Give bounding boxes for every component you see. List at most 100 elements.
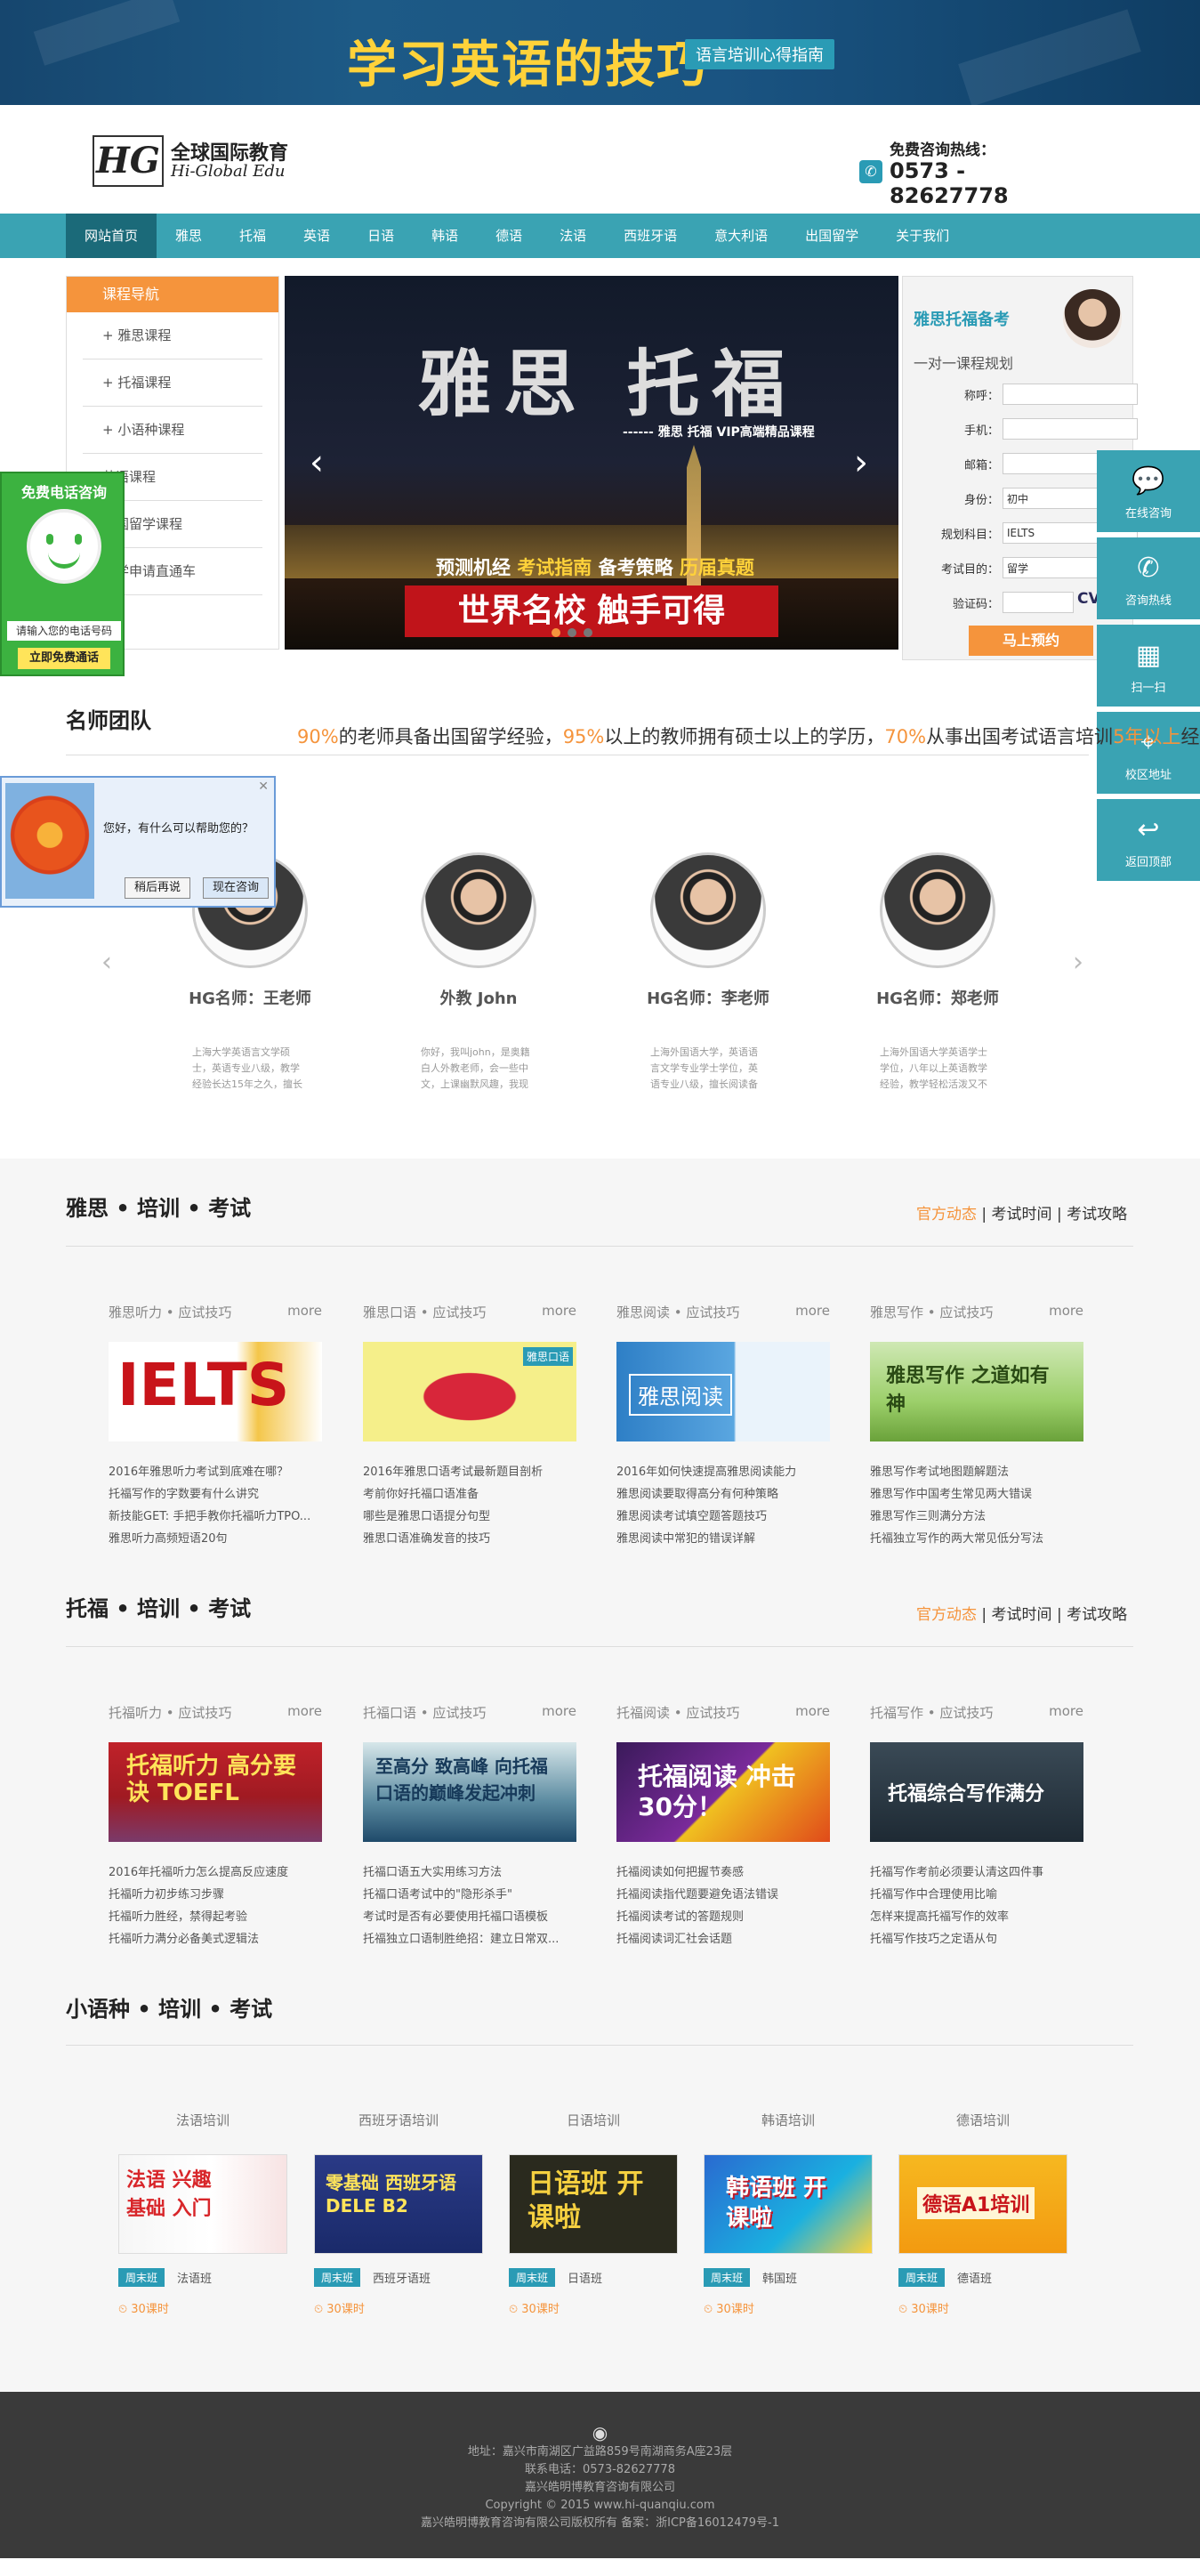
- article-link[interactable]: 雅思阅读考试填空题答题技巧: [616, 1506, 830, 1528]
- nav-item-japanese[interactable]: 日语: [349, 214, 413, 258]
- float-back-top[interactable]: ↩ 返回顶部: [1097, 799, 1200, 881]
- article-link[interactable]: 托福写作考前必须要认清这四件事: [870, 1861, 1083, 1884]
- more-link[interactable]: more: [795, 1703, 830, 1719]
- course-card[interactable]: 西班牙语培训 零基础 西班牙语 DELE B2 周末班 西班牙语班 ⏲ 30课时: [314, 2111, 483, 2316]
- article-link[interactable]: 托福独立口语制胜绝招：建立日常双...: [363, 1928, 576, 1950]
- course-title[interactable]: 日语培训: [509, 2111, 678, 2129]
- article-link[interactable]: 托福阅读考试的答题规则: [616, 1906, 830, 1928]
- more-link[interactable]: more: [542, 1303, 576, 1319]
- column-title[interactable]: 托福口语 • 应试技巧: [363, 1705, 486, 1721]
- more-link[interactable]: more: [542, 1703, 576, 1719]
- toefl-speaking-image[interactable]: 至高分 致高峰 向托福口语的巅峰发起冲刺: [363, 1742, 576, 1842]
- article-link[interactable]: 雅思写作考试地图题解题法: [870, 1461, 1083, 1483]
- nav-item-toefl[interactable]: 托福: [221, 214, 285, 258]
- toefl-writing-image[interactable]: 托福综合写作满分: [870, 1742, 1083, 1842]
- slider-prev-icon[interactable]: ‹: [310, 445, 324, 480]
- article-link[interactable]: 2016年雅思听力考试到底难在哪？: [109, 1461, 322, 1483]
- article-link[interactable]: 雅思听力高频短语20句: [109, 1528, 322, 1550]
- korean-course-image[interactable]: 韩语班 开课啦: [704, 2154, 873, 2254]
- nav-item-ielts[interactable]: 雅思: [157, 214, 221, 258]
- article-link[interactable]: 托福写作技巧之定语从句: [870, 1928, 1083, 1950]
- footer-icp[interactable]: 嘉兴皓明博教育咨询有限公司版权所有 备案：浙ICP备16012479号-1: [0, 2515, 1200, 2532]
- article-link[interactable]: 托福独立写作的两大常见低分写法: [870, 1528, 1083, 1550]
- article-link[interactable]: 新技能GET: 手把手教你托福听力TPO...: [109, 1506, 322, 1528]
- callback-button[interactable]: 立即免费通话: [18, 648, 110, 669]
- toefl-listening-image[interactable]: 托福听力 高分要诀 TOEFL: [109, 1742, 322, 1842]
- article-link[interactable]: 托福口语五大实用练习方法: [363, 1861, 576, 1884]
- article-link[interactable]: 哪些是雅思口语提分句型: [363, 1506, 576, 1528]
- course-card[interactable]: 法语培训 法语 兴趣基础 入门 周末班 法语班 ⏲ 30课时: [118, 2111, 287, 2316]
- article-link[interactable]: 2016年如何快速提高雅思阅读能力: [616, 1461, 830, 1483]
- float-qrcode[interactable]: ▦ 扫一扫: [1097, 625, 1200, 707]
- toefl-reading-image[interactable]: 托福阅读 冲击30分！: [616, 1742, 830, 1842]
- course-title[interactable]: 德语培训: [898, 2111, 1067, 2129]
- consult-now-button[interactable]: 现在咨询: [203, 877, 269, 899]
- article-link[interactable]: 托福听力满分必备美式逻辑法: [109, 1928, 322, 1950]
- column-title[interactable]: 雅思写作 • 应试技巧: [870, 1304, 993, 1320]
- course-title[interactable]: 西班牙语培训: [314, 2111, 483, 2129]
- course-title[interactable]: 韩语培训: [704, 2111, 873, 2129]
- course-card[interactable]: 德语培训 德语A1培训 周末班 德语班 ⏲ 30课时: [898, 2111, 1067, 2316]
- more-link[interactable]: more: [287, 1703, 322, 1719]
- french-course-image[interactable]: 法语 兴趣基础 入门: [118, 2154, 287, 2254]
- later-button[interactable]: 稍后再说: [125, 877, 190, 899]
- spanish-course-image[interactable]: 零基础 西班牙语 DELE B2: [314, 2154, 483, 2254]
- more-link[interactable]: more: [1049, 1303, 1083, 1319]
- nav-item-spanish[interactable]: 西班牙语: [605, 214, 696, 258]
- link-exam[interactable]: | 考试时间 | 考试攻略: [977, 1206, 1127, 1223]
- teacher-card[interactable]: HG名师：郑老师 上海外国语大学英语学士学位，八年以上英语教学经验，教学轻松活泼又…: [871, 852, 1004, 1093]
- course-card[interactable]: 日语培训 日语班 开课啦 周末班 日语班 ⏲ 30课时: [509, 2111, 678, 2316]
- course-title[interactable]: 法语培训: [118, 2111, 287, 2129]
- nav-item-korean[interactable]: 韩语: [413, 214, 477, 258]
- japanese-course-image[interactable]: 日语班 开课啦: [509, 2154, 678, 2254]
- column-title[interactable]: 托福听力 • 应试技巧: [109, 1705, 231, 1721]
- article-link[interactable]: 托福口语考试中的"隐形杀手": [363, 1884, 576, 1906]
- nav-item-french[interactable]: 法语: [541, 214, 605, 258]
- more-link[interactable]: more: [795, 1303, 830, 1319]
- course-nav-item[interactable]: + 托福课程: [83, 359, 262, 407]
- footer-copyright[interactable]: Copyright © 2015 www.hi-quanqiu.com: [0, 2497, 1200, 2515]
- course-card[interactable]: 韩语培训 韩语班 开课啦 周末班 韩国班 ⏲ 30课时: [704, 2111, 873, 2316]
- article-link[interactable]: 雅思写作三则满分方法: [870, 1506, 1083, 1528]
- callback-phone-input[interactable]: 请输入您的电话号码: [7, 621, 121, 641]
- float-chat[interactable]: 💬 在线咨询: [1097, 450, 1200, 532]
- article-link[interactable]: 2016年雅思口语考试最新题目剖析: [363, 1461, 576, 1483]
- column-title[interactable]: 雅思口语 • 应试技巧: [363, 1304, 486, 1320]
- ielts-writing-image[interactable]: 雅思写作 之道如有神: [870, 1342, 1083, 1441]
- article-link[interactable]: 雅思口语准确发音的技巧: [363, 1528, 576, 1550]
- mobile-field[interactable]: [1003, 418, 1138, 440]
- slider-next-icon[interactable]: ›: [854, 445, 868, 480]
- nav-item-study-abroad[interactable]: 出国留学: [786, 214, 877, 258]
- nav-item-home[interactable]: 网站首页: [66, 214, 157, 258]
- logo[interactable]: HG 全球国际教育 Hi-Global Edu: [93, 135, 306, 189]
- column-title[interactable]: 雅思阅读 • 应试技巧: [616, 1304, 739, 1320]
- more-link[interactable]: more: [1049, 1703, 1083, 1719]
- link-news[interactable]: 官方动态: [916, 1206, 977, 1223]
- article-link[interactable]: 雅思阅读中常犯的错误详解: [616, 1528, 830, 1550]
- ielts-speaking-image[interactable]: 雅思口语: [363, 1342, 576, 1441]
- article-link[interactable]: 托福听力初步练习步骤: [109, 1884, 322, 1906]
- article-link[interactable]: 怎样来提高托福写作的效率: [870, 1906, 1083, 1928]
- ielts-reading-image[interactable]: 雅思阅读: [616, 1342, 830, 1441]
- hero-slider[interactable]: 雅思 托福 ------ 雅思 托福 VIP高端精品课程 预测机经 考试指南 备…: [285, 276, 898, 650]
- article-link[interactable]: 雅思写作中国考生常见两大错误: [870, 1483, 1083, 1506]
- chevron-left-icon[interactable]: ‹: [101, 947, 112, 978]
- nav-item-italian[interactable]: 意大利语: [696, 214, 786, 258]
- article-link[interactable]: 托福阅读指代题要避免语法错误: [616, 1884, 830, 1906]
- german-course-image[interactable]: 德语A1培训: [898, 2154, 1067, 2254]
- article-link[interactable]: 考前你好托福口语准备: [363, 1483, 576, 1506]
- column-title[interactable]: 托福写作 • 应试技巧: [870, 1705, 993, 1721]
- article-link[interactable]: 托福阅读词汇社会话题: [616, 1928, 830, 1950]
- column-title[interactable]: 雅思听力 • 应试技巧: [109, 1304, 231, 1320]
- more-link[interactable]: more: [287, 1303, 322, 1319]
- article-link[interactable]: 托福阅读如何把握节奏感: [616, 1861, 830, 1884]
- nav-item-about[interactable]: 关于我们: [877, 214, 968, 258]
- article-link[interactable]: 考试时是否有必要使用托福口语模板: [363, 1906, 576, 1928]
- slider-dot[interactable]: [568, 628, 576, 637]
- column-title[interactable]: 托福阅读 • 应试技巧: [616, 1705, 739, 1721]
- article-link[interactable]: 托福写作的字数要有什么讲究: [109, 1483, 322, 1506]
- top-banner[interactable]: 学习英语的技巧 语言培训心得指南: [0, 0, 1200, 105]
- close-icon[interactable]: ✕: [258, 779, 269, 794]
- nav-item-german[interactable]: 德语: [477, 214, 541, 258]
- link-news[interactable]: 官方动态: [916, 1606, 977, 1624]
